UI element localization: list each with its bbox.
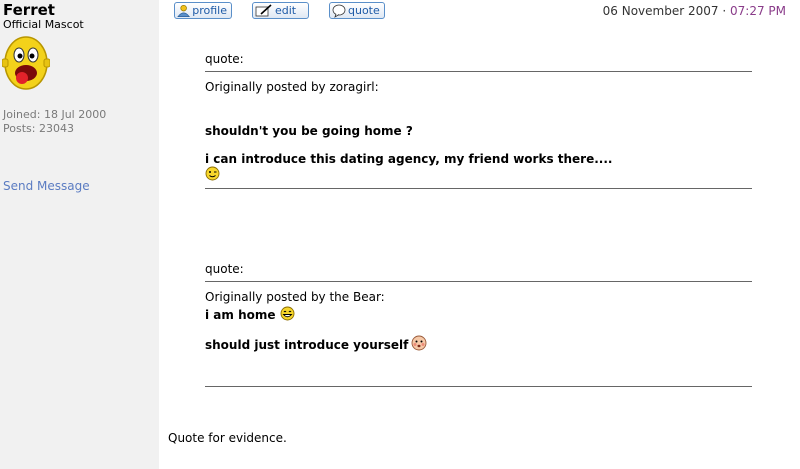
quote-text-row: i am home xyxy=(205,306,295,324)
quote-text-row: should just introduce yourself xyxy=(205,335,427,354)
edit-button[interactable]: edit xyxy=(252,2,309,19)
user-sidebar: Ferret Official Mascot Joined: 18 Jul 20… xyxy=(0,0,159,469)
profile-icon xyxy=(177,4,191,17)
grin-smiley-icon xyxy=(280,306,295,324)
post-count: Posts: 23043 xyxy=(3,122,74,135)
profile-label: profile xyxy=(192,4,227,17)
profile-button[interactable]: profile xyxy=(174,2,232,19)
quote-divider xyxy=(205,281,752,282)
quote-text: i am home xyxy=(205,308,276,322)
quote-attribution: Originally posted by the Bear: xyxy=(205,290,385,304)
edit-label: edit xyxy=(275,4,297,17)
quote-label: quote: xyxy=(205,262,244,276)
post-content: profile edit quote 06 November 2007 · 07… xyxy=(159,0,800,469)
joined-date: Joined: 18 Jul 2000 xyxy=(3,108,107,121)
avatar xyxy=(1,33,51,93)
edit-icon xyxy=(255,3,272,16)
quote-divider xyxy=(205,386,752,387)
user-stats: Joined: 18 Jul 2000 Posts: 23043 xyxy=(3,108,106,136)
quote-label: quote xyxy=(348,4,380,17)
quote-divider xyxy=(205,188,752,189)
username[interactable]: Ferret xyxy=(3,1,55,19)
post-timestamp: 06 November 2007 · 07:27 PM xyxy=(603,4,786,18)
quote-button[interactable]: quote xyxy=(329,2,385,19)
wink-smiley-icon xyxy=(205,166,220,185)
post-body: Quote for evidence. xyxy=(168,431,287,445)
quote-text: shouldn't you be going home ? xyxy=(205,124,413,138)
quote-text: should just introduce yourself xyxy=(205,337,409,352)
send-message-link[interactable]: Send Message xyxy=(3,179,90,193)
quote-label: quote: xyxy=(205,52,244,66)
post-date: 06 November 2007 xyxy=(602,4,719,18)
user-title: Official Mascot xyxy=(3,18,84,31)
timestamp-separator: · xyxy=(722,4,727,18)
quote-text: i can introduce this dating agency, my f… xyxy=(205,152,613,166)
quote-divider xyxy=(205,71,752,72)
quote-icon xyxy=(332,4,346,18)
post-time: 07:27 PM xyxy=(730,4,786,18)
blush-smiley-icon xyxy=(411,335,427,354)
quote-attribution: Originally posted by zoragirl: xyxy=(205,80,379,94)
